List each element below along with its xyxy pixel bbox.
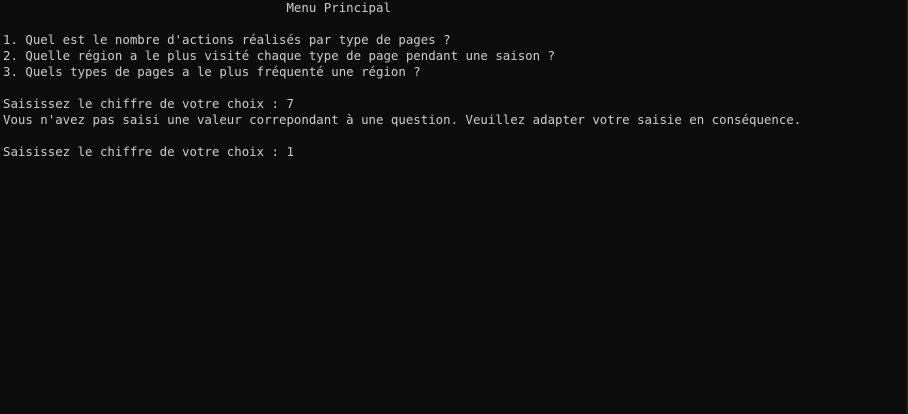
- error-message: Vous n'avez pas saisi une valeur correpo…: [3, 112, 802, 127]
- choice-prompt-second[interactable]: Saisissez le chiffre de votre choix : 1: [3, 144, 908, 160]
- console-window[interactable]: Menu Principal 1. Quel est le nombre d'a…: [0, 0, 908, 414]
- menu-option-3: 3. Quels types de pages a le plus fréque…: [3, 64, 421, 79]
- menu-title: Menu Principal: [3, 0, 391, 15]
- choice-prompt-first: Saisissez le chiffre de votre choix : 7: [3, 96, 294, 111]
- menu-option-2: 2. Quelle région a le plus visité chaque…: [3, 48, 556, 63]
- menu-option-1: 1. Quel est le nombre d'actions réalisés…: [3, 32, 451, 47]
